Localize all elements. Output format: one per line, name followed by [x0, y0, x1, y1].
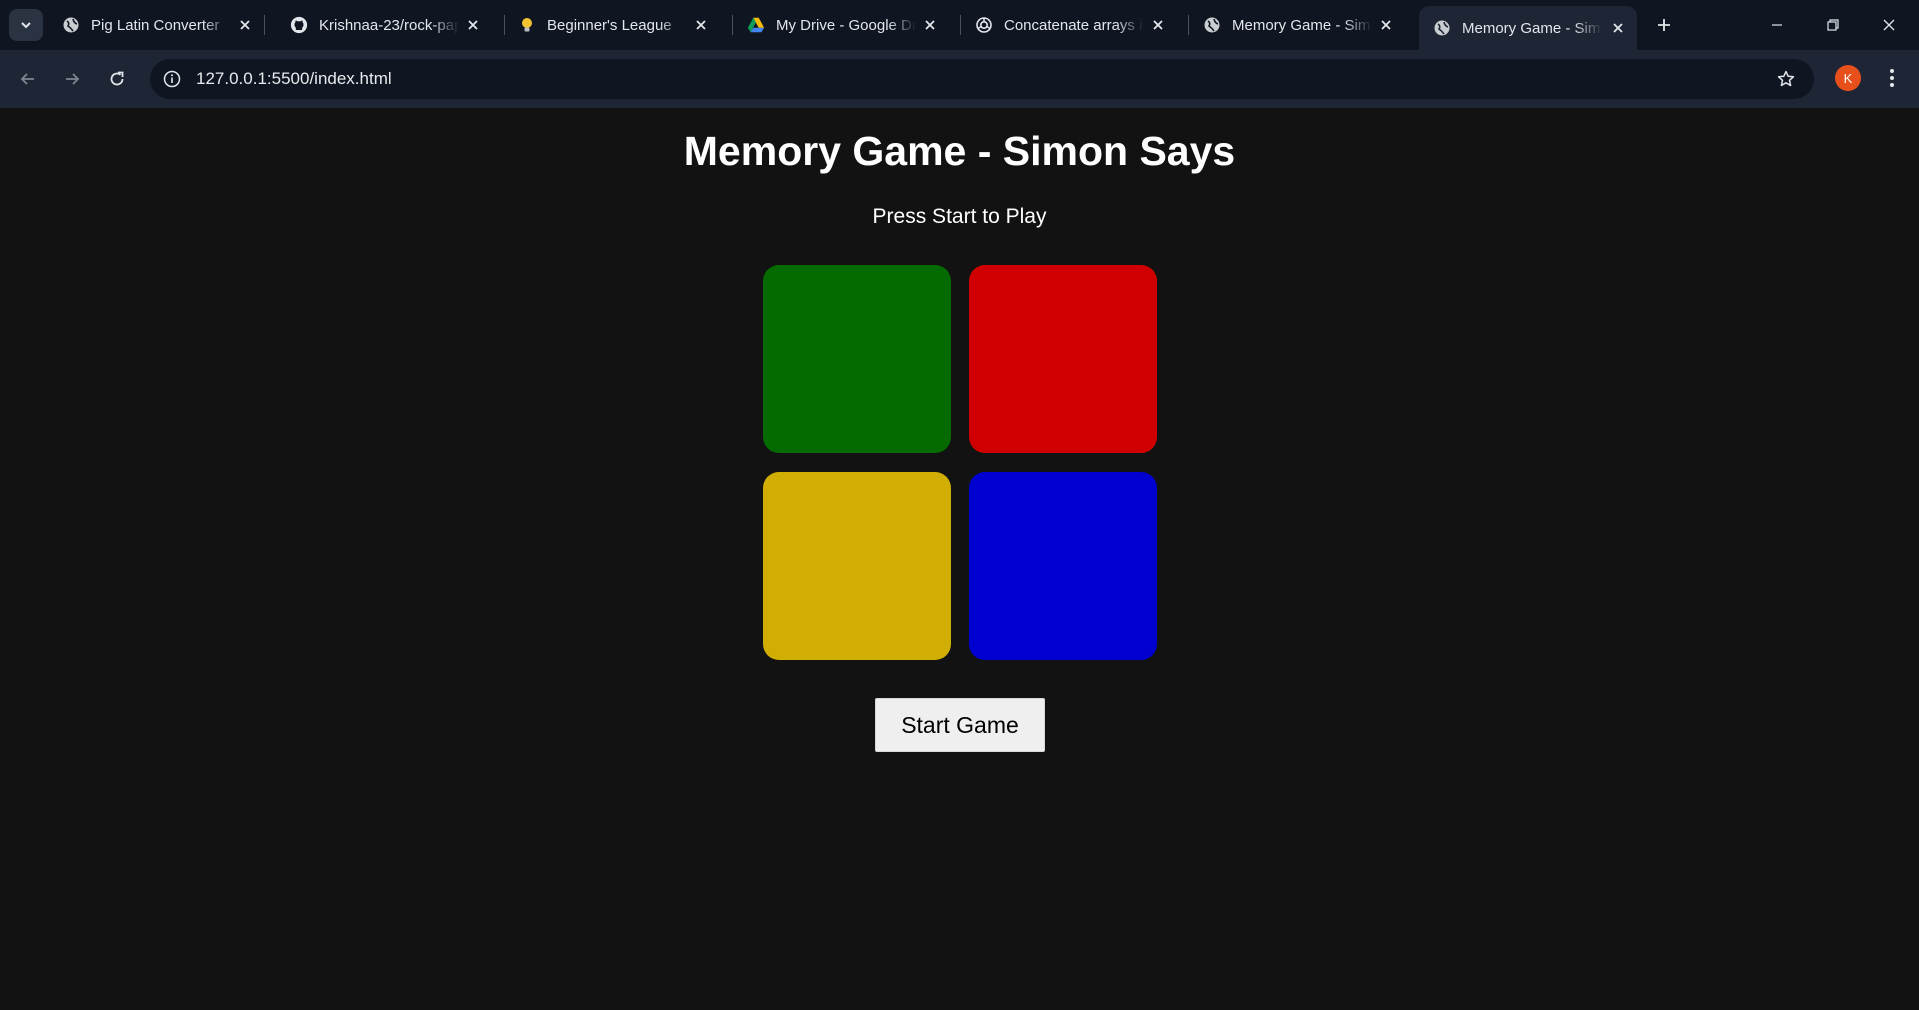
globe-icon [62, 16, 80, 34]
tab-title: Memory Game - Simo [1462, 19, 1602, 37]
back-button[interactable] [13, 64, 43, 94]
tab-title: Concatenate arrays in [1004, 16, 1144, 34]
game-status: Press Start to Play [872, 205, 1047, 228]
tab-github[interactable]: Krishnaa-23/rock-pap [276, 6, 492, 44]
tab-beginners-league[interactable]: Beginner's League [504, 6, 720, 44]
profile-initial: K [1843, 70, 1853, 86]
tab-chatgpt[interactable]: Concatenate arrays in [961, 6, 1177, 44]
close-icon[interactable] [1609, 19, 1627, 37]
start-game-button[interactable]: Start Game [875, 698, 1045, 752]
tab-separator [264, 15, 265, 35]
site-info-icon[interactable] [160, 67, 184, 91]
restore-icon [1827, 19, 1839, 31]
tab-google-drive[interactable]: My Drive - Google Dr [733, 6, 949, 44]
tab-title: Memory Game - Simo [1232, 16, 1372, 34]
tab-title: My Drive - Google Dr [776, 16, 916, 34]
browser-toolbar: 127.0.0.1:5500/index.html K [0, 50, 1919, 108]
close-icon[interactable] [692, 16, 710, 34]
github-icon [290, 16, 308, 34]
minimize-icon [1772, 24, 1782, 26]
minimize-button[interactable] [1754, 10, 1800, 40]
address-bar[interactable]: 127.0.0.1:5500/index.html [150, 59, 1814, 99]
close-window-button[interactable] [1866, 10, 1912, 40]
close-icon [1883, 19, 1895, 31]
arrow-right-icon [66, 73, 80, 85]
google-drive-icon [747, 16, 765, 34]
blue-pad[interactable] [969, 472, 1157, 660]
tab-title: Krishnaa-23/rock-pap [319, 16, 459, 34]
red-pad[interactable] [969, 265, 1157, 453]
close-icon[interactable] [1149, 16, 1167, 34]
new-tab-button[interactable] [1651, 12, 1677, 38]
reload-icon [110, 71, 124, 86]
bookmark-star-icon[interactable] [1774, 67, 1798, 91]
arrow-left-icon [20, 73, 34, 85]
tab-title: Pig Latin Converter [91, 16, 220, 34]
page-title: Memory Game - Simon Says [683, 128, 1236, 174]
tab-memory-game[interactable]: Memory Game - Simo [1189, 6, 1405, 44]
yellow-pad[interactable] [763, 472, 951, 660]
tab-strip: Pig Latin Converter Krishnaa-23/rock-pap… [0, 0, 1919, 50]
tab-memory-game-active[interactable]: Memory Game - Simo [1419, 6, 1637, 50]
chevron-down-icon [21, 22, 31, 29]
plus-icon [1658, 19, 1670, 31]
close-icon[interactable] [236, 16, 254, 34]
forward-button[interactable] [57, 64, 87, 94]
tab-pig-latin[interactable]: Pig Latin Converter [48, 6, 264, 44]
profile-avatar[interactable]: K [1835, 65, 1861, 91]
browser-menu-button[interactable] [1880, 64, 1904, 92]
green-pad[interactable] [763, 265, 951, 453]
globe-icon [1433, 19, 1451, 37]
lightbulb-icon [518, 16, 536, 34]
reload-button[interactable] [102, 64, 132, 94]
tab-search-button[interactable] [9, 9, 43, 41]
more-vertical-icon [1890, 69, 1894, 87]
globe-icon [1203, 16, 1221, 34]
close-icon[interactable] [921, 16, 939, 34]
tab-title: Beginner's League [547, 16, 672, 34]
close-icon[interactable] [464, 16, 482, 34]
openai-icon [975, 16, 993, 34]
restore-button[interactable] [1810, 10, 1856, 40]
url-text[interactable]: 127.0.0.1:5500/index.html [196, 69, 392, 89]
close-icon[interactable] [1377, 16, 1395, 34]
